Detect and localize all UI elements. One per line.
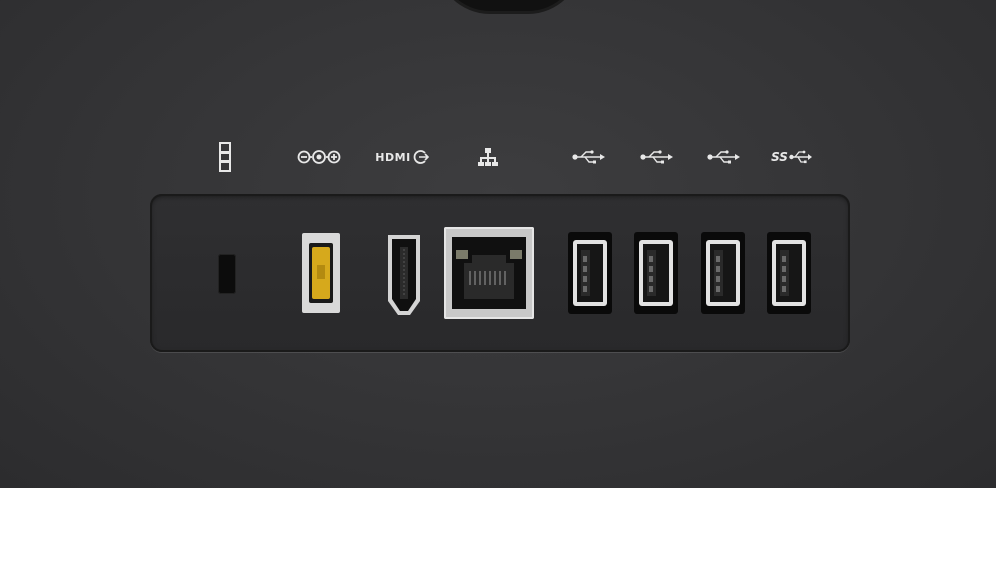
usb-superspeed-icon: SS <box>768 140 816 174</box>
usb-icon <box>638 140 676 174</box>
security-lock-slot[interactable] <box>218 254 236 294</box>
usb-superspeed-port[interactable] <box>767 232 811 314</box>
hdmi-out-icon: HDMI <box>368 140 436 174</box>
usb-port-2[interactable] <box>634 232 678 314</box>
dc-power-port[interactable] <box>302 233 340 313</box>
usb-icon <box>570 140 608 174</box>
lock-slot-icon <box>214 140 236 174</box>
dc-power-icon <box>296 140 342 174</box>
hdmi-port[interactable] <box>386 231 422 317</box>
stand-mount <box>436 0 582 14</box>
hdmi-label: HDMI <box>375 150 411 164</box>
ethernet-port[interactable] <box>444 227 534 319</box>
ethernet-icon <box>476 140 500 174</box>
usb-ss-label: SS <box>771 150 788 164</box>
port-labels-row: HDMI SS <box>0 140 996 174</box>
device-rear-photo: HDMI SS <box>0 0 996 561</box>
usb-port-3[interactable] <box>701 232 745 314</box>
usb-port-1[interactable] <box>568 232 612 314</box>
usb-icon <box>705 140 743 174</box>
